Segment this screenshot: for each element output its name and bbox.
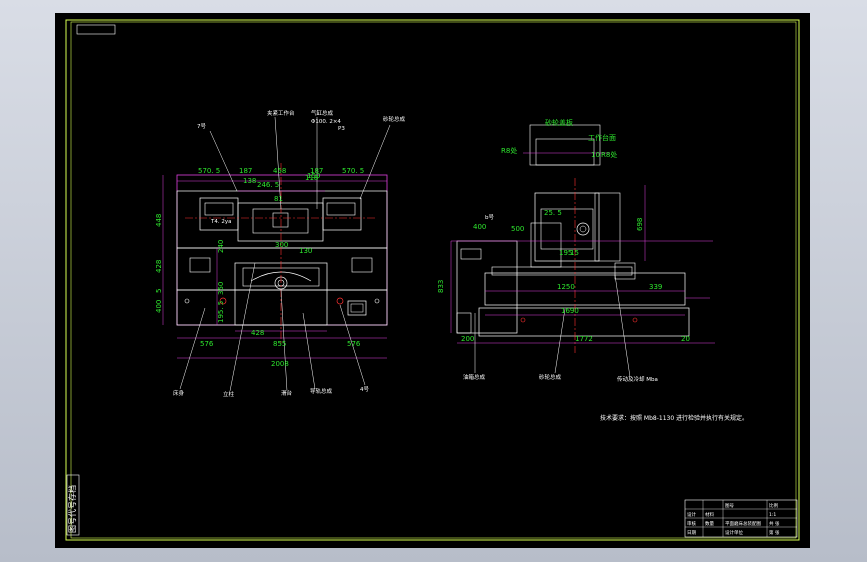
front-view: 570. 5 570. 5 187 458 187 138 246. 5 150… [155, 109, 406, 398]
rv-h698: 698 [636, 218, 644, 231]
rv-top-l: R8处 [501, 146, 517, 155]
rv-w200: 200 [461, 335, 474, 343]
tb-date: 日期 [687, 530, 696, 536]
rv-label-p1: b号 [485, 214, 494, 221]
inner-frame [70, 21, 797, 539]
tb-r2: 共 张 [769, 520, 780, 527]
dim-458: 458 [273, 167, 286, 175]
technical-note: 技术要求：按照 Mb8-1130 进行检验并执行有关规定。 [600, 414, 748, 422]
tb-r3: 第 张 [769, 529, 780, 536]
dim-118: 118 [305, 174, 318, 182]
dim-240: 240 [217, 240, 225, 253]
dim-428: 428 [155, 260, 163, 273]
tb-drawing-name: 平面磨床总装配图 [725, 520, 761, 527]
dim-tick: T4. 2ya [210, 219, 231, 225]
label-top3b: Φ100. 2×4 [311, 119, 341, 125]
dim-b576l: 576 [200, 340, 214, 348]
label-bot2: 立柱 [223, 390, 235, 398]
label-bot4: 导轨总成 [310, 387, 333, 395]
dim-81: 81 [274, 195, 283, 203]
label-top4: 砂轮总成 [383, 115, 406, 123]
rv-d15: 15 [570, 249, 579, 257]
dim-top-left: 570. 5 [198, 167, 220, 175]
rv-w1250: 1250 [557, 283, 575, 291]
drawing-canvas: 图号代号存档 570. 5 570. 5 187 458 187 138 246… [55, 13, 810, 548]
outer-frame [65, 19, 800, 541]
rv-w339: 339 [649, 283, 662, 291]
dim-b576r: 576 [347, 340, 361, 348]
dim-187a: 187 [239, 167, 252, 175]
dim-5: 5 [155, 289, 163, 293]
rv-w500: 500 [511, 225, 524, 233]
dim-b428: 428 [251, 329, 264, 337]
label-top1: 7号 [197, 123, 206, 130]
rv-top-a: 砂轮盖板 [545, 118, 573, 127]
label-bot3: 滑台 [281, 389, 293, 397]
label-bot1: 床身 [173, 389, 185, 397]
rv-top-10: 10 [591, 151, 600, 159]
dim-400: 400 [155, 300, 163, 313]
tb-qty: 数量 [705, 520, 714, 527]
dim-b2008: 2008 [271, 360, 289, 368]
cad-drawing: 图号代号存档 570. 5 570. 5 187 458 187 138 246… [65, 19, 800, 541]
side-view: 砂轮盖板 工作台面 R8处 R8处 10 400 500 1250 339 16… [437, 118, 715, 383]
rv-w400: 400 [473, 223, 486, 231]
tb-scale: 比例 [769, 502, 778, 509]
rv-w20: 20 [681, 335, 690, 343]
rv-w1690: 1690 [561, 307, 579, 315]
dim-300: 300 [275, 241, 288, 249]
label-bot5: 4号 [360, 386, 369, 393]
rv-label-bot2: 砂轮总成 [539, 373, 562, 381]
tb-material: 材料 [705, 511, 714, 518]
tb-checker: 审核 [687, 520, 696, 527]
tb-company: 设计单位 [725, 529, 743, 536]
rv-top-r: R8处 [601, 150, 617, 159]
dim-138: 138 [243, 177, 256, 185]
dim-246-5: 246. 5 [257, 181, 279, 189]
label-top2: 夹紧工作台 [267, 109, 295, 117]
corner-tag [76, 24, 116, 35]
tb-sheet: 图号 [725, 503, 734, 509]
side-stamp: 图号代号存档 [67, 485, 77, 533]
dim-top-right: 570. 5 [342, 167, 364, 175]
tb-designer: 设计 [687, 511, 696, 518]
label-top3: 气缸总成 [311, 109, 334, 117]
dim-350: 350 [217, 282, 225, 295]
tb-r1: 1:1 [769, 512, 776, 518]
dim-b855: 855 [273, 340, 286, 348]
rv-d25: 25. 5 [544, 209, 562, 217]
title-block: 设计 审核 日期 材料 数量 平面磨床总装配图 设计单位 比例 1:1 共 张 … [684, 499, 798, 538]
label-top3c: P3 [338, 126, 345, 132]
dim-130: 130 [299, 247, 312, 255]
rv-h833: 833 [437, 280, 445, 293]
rv-label-bot3: 传动及冷却 Mba [617, 375, 658, 383]
rv-label-bot1: 油箱总成 [463, 373, 486, 381]
rv-w1772: 1772 [575, 335, 593, 343]
dim-448: 448 [155, 214, 163, 227]
dim-195-5: 195. 5 [217, 301, 225, 323]
rv-top-b: 工作台面 [588, 133, 616, 142]
